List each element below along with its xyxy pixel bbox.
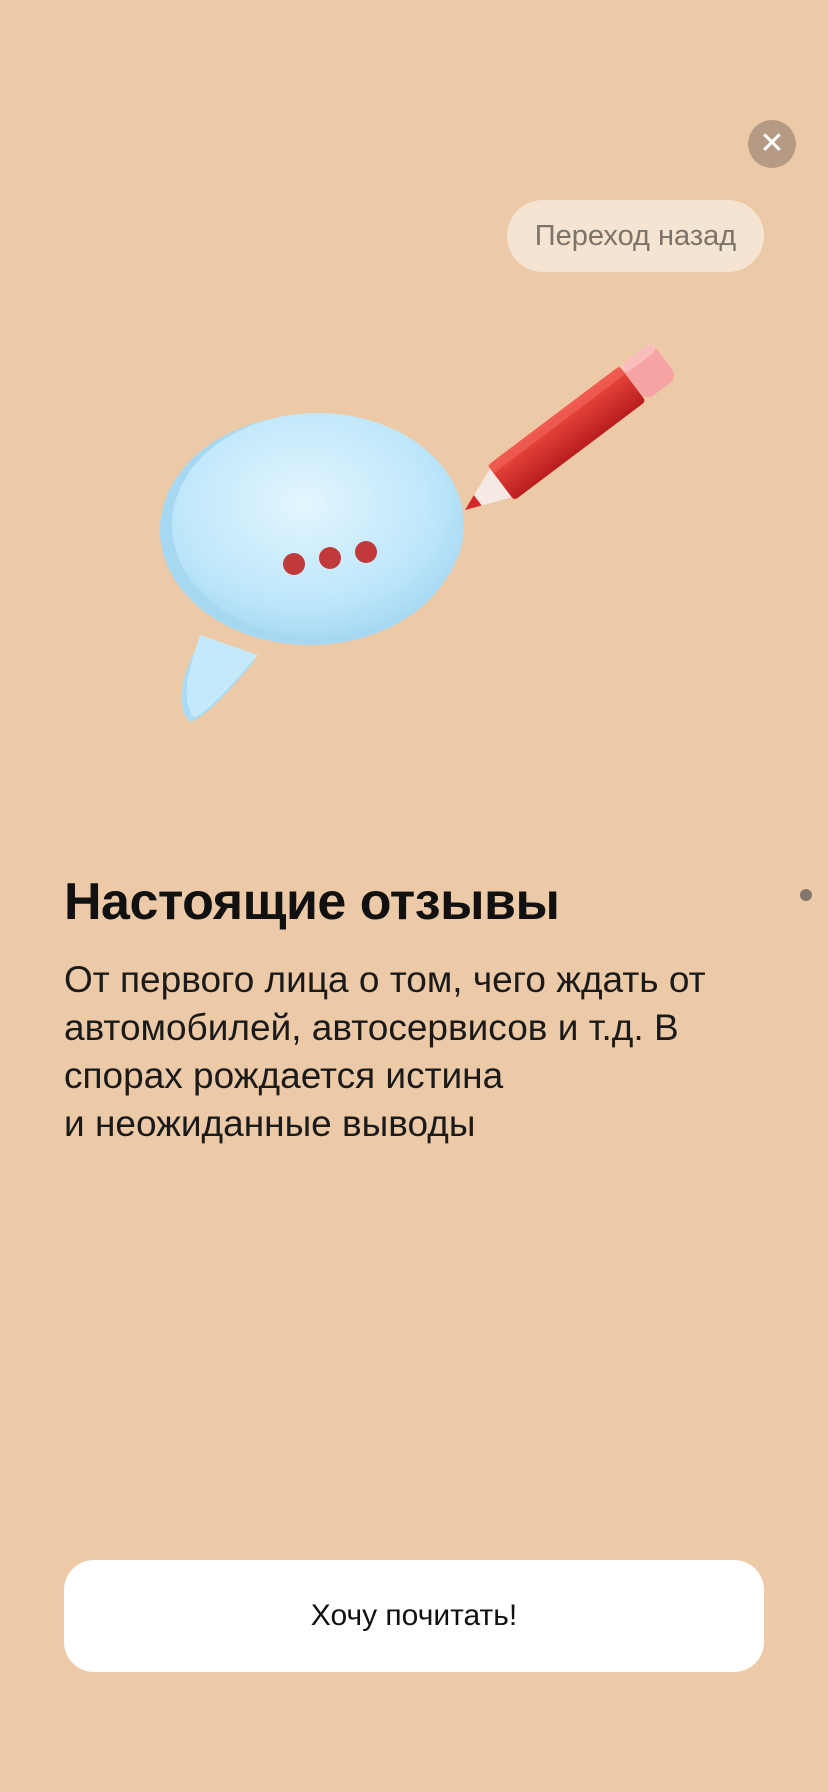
want-to-read-button[interactable]: Хочу почитать! [64,1560,764,1672]
pagination-dot [800,889,812,901]
back-button[interactable]: Переход назад [507,200,764,272]
back-button-label: Переход назад [534,219,737,252]
pencil-icon [465,343,674,510]
page-title: Настоящие отзывы [64,873,560,931]
review-illustration [160,343,674,722]
speech-bubble-icon [160,413,464,722]
close-button[interactable]: ✕ [748,120,796,168]
description-text: От первого лица о том, чего ждать от авт… [64,959,706,1144]
close-icon: ✕ [759,127,785,160]
